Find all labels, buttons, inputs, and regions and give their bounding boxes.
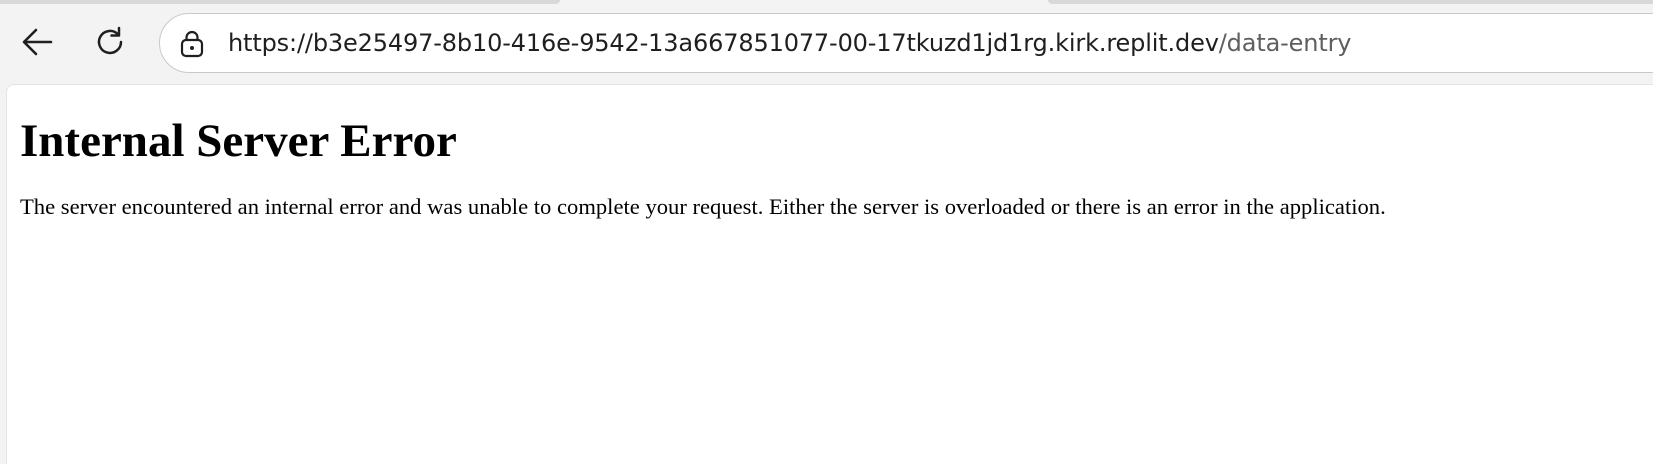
- browser-toolbar: https://b3e25497-8b10-416e-9542-13a66785…: [0, 6, 1653, 84]
- address-bar[interactable]: https://b3e25497-8b10-416e-9542-13a66785…: [159, 13, 1653, 73]
- lock-icon[interactable]: [178, 30, 206, 58]
- reload-button[interactable]: [88, 20, 132, 64]
- back-button[interactable]: [16, 20, 60, 64]
- inactive-tab-left[interactable]: [0, 0, 560, 4]
- page-title: Internal Server Error: [20, 115, 457, 167]
- inactive-tab-right[interactable]: [1048, 0, 1653, 4]
- url-text[interactable]: https://b3e25497-8b10-416e-9542-13a66785…: [228, 28, 1352, 58]
- url-path: /data-entry: [1218, 29, 1352, 57]
- reload-icon: [97, 26, 123, 55]
- error-message: The server encountered an internal error…: [20, 194, 1386, 219]
- page-viewport: Internal Server Error The server encount…: [6, 84, 1653, 464]
- url-host: https://b3e25497-8b10-416e-9542-13a66785…: [228, 29, 1219, 57]
- arrow-left-icon: [22, 28, 53, 56]
